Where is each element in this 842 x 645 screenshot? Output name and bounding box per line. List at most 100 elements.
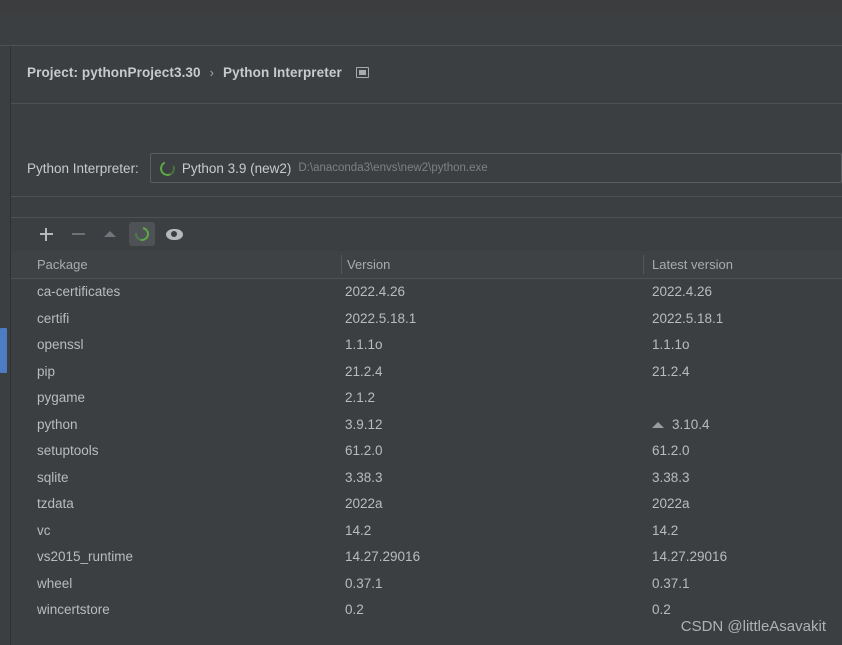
cell-version: 2022.4.26 [345,284,406,299]
cell-latest-version-text: 14.2 [652,522,679,538]
cell-package: wheel [37,575,73,591]
cell-latest-version: 3.38.3 [652,465,690,492]
cell-latest-version: 3.10.4 [652,412,710,439]
cell-latest-version-text: 2022.5.18.1 [652,310,724,326]
cell-version: 0.2 [345,602,364,617]
breadcrumb-section[interactable]: Python Interpreter [223,65,342,80]
column-header-package[interactable]: Package [37,251,88,278]
table-row[interactable]: openssl 1.1.1o 1.1.1o [11,332,842,359]
cell-version: 0.37.1 [345,575,383,591]
package-toolbar [11,218,842,250]
interpreter-select[interactable]: Python 3.9 (new2) D:\anaconda3\envs\new2… [149,153,842,183]
breadcrumb-divider [11,103,842,104]
packages-table: Package Version Latest version ca-certif… [11,251,842,645]
cell-package: wincertstore [37,602,110,617]
cell-version: 2022a [345,496,383,511]
left-scrollbar-track[interactable] [0,46,10,645]
up-arrow-icon [104,231,116,237]
cell-version: 61.2.0 [345,443,383,458]
breadcrumb-project[interactable]: Project: pythonProject3.30 [27,65,201,80]
cell-version: 3.9.12 [345,416,383,432]
table-row[interactable]: certifi 2022.5.18.1 2022.5.18.1 [11,306,842,333]
breadcrumb: Project: pythonProject3.30 › Python Inte… [27,62,369,82]
cell-version: 2.1.2 [345,390,376,405]
cell-latest-version: 14.2 [652,518,678,545]
cell-package: certifi [37,310,70,326]
add-package-button[interactable] [33,222,59,246]
cell-package: ca-certificates [37,284,121,299]
left-scrollbar-thumb[interactable] [0,328,7,373]
cell-latest-version-text: 2022a [652,496,690,511]
interpreter-divider [11,196,842,197]
table-row[interactable]: setuptools 61.2.0 61.2.0 [11,438,842,465]
refresh-ring-icon [132,224,152,244]
table-row[interactable]: python 3.9.12 3.10.4 [11,412,842,439]
cell-latest-version-text: 61.2.0 [652,443,690,458]
column-header-version[interactable]: Version [347,251,390,278]
table-row[interactable]: pip 21.2.4 21.2.4 [11,359,842,386]
cell-latest-version: 21.2.4 [652,359,690,386]
breadcrumb-separator: › [209,64,214,80]
cell-package: pygame [37,390,86,405]
cell-latest-version-text: 3.10.4 [672,416,710,432]
python-interpreter-settings-panel: Project: pythonProject3.30 › Python Inte… [11,46,842,645]
cell-latest-version: 0.37.1 [652,571,690,598]
remove-package-button[interactable] [65,222,91,246]
cell-latest-version: 2022.5.18.1 [652,306,723,333]
table-row[interactable]: vc 14.2 14.2 [11,518,842,545]
plus-icon [39,227,53,241]
table-row[interactable]: sqlite 3.38.3 3.38.3 [11,465,842,492]
upgrade-available-icon [652,421,664,428]
interpreter-label: Python Interpreter: [27,160,139,176]
cell-package: vs2015_runtime [37,549,134,564]
cell-package: sqlite [37,469,69,485]
interpreter-row: Python Interpreter: Python 3.9 (new2) D:… [11,152,842,184]
cell-package: tzdata [37,496,74,511]
cell-version: 2022.5.18.1 [345,310,417,326]
cell-latest-version-text: 3.38.3 [652,469,690,485]
table-row[interactable]: ca-certificates 2022.4.26 2022.4.26 [11,279,842,306]
column-header-latest-version[interactable]: Latest version [652,251,733,278]
refresh-button[interactable] [129,222,155,246]
column-divider-2[interactable] [643,255,644,274]
cell-version: 21.2.4 [345,363,383,379]
cell-latest-version-text: 14.27.29016 [652,549,728,564]
cell-latest-version: 1.1.1o [652,332,690,359]
cell-package: pip [37,363,56,379]
window-chrome-body [0,14,842,45]
cell-package: openssl [37,337,84,352]
cell-latest-version-text: 21.2.4 [652,363,690,379]
upgrade-package-button[interactable] [97,222,123,246]
table-row[interactable]: pygame 2.1.2 [11,385,842,412]
table-row[interactable]: tzdata 2022a 2022a [11,491,842,518]
cell-latest-version: 61.2.0 [652,438,690,465]
cell-version: 1.1.1o [345,337,383,352]
show-early-releases-button[interactable] [161,222,187,246]
column-divider-1[interactable] [341,255,342,274]
python-env-icon [157,158,177,178]
cell-version: 3.38.3 [345,469,383,485]
cell-latest-version-text: 2022.4.26 [652,284,713,299]
table-body: ca-certificates 2022.4.26 2022.4.26 certifi… [11,279,842,624]
cell-latest-version-text: 1.1.1o [652,337,690,352]
cell-latest-version: 14.27.29016 [652,544,727,571]
settings-window: Project: pythonProject3.30 › Python Inte… [0,0,842,645]
interpreter-path: D:\anaconda3\envs\new2\python.exe [298,162,488,174]
table-row[interactable]: vs2015_runtime 14.27.29016 14.27.29016 [11,544,842,571]
table-header: Package Version Latest version [11,251,842,279]
cell-version: 14.27.29016 [345,549,421,564]
cell-latest-version-text: 0.2 [652,602,671,617]
cell-latest-version-text: 0.37.1 [652,575,690,591]
watermark: CSDN @littleAsavakit [680,618,826,635]
minus-icon [71,228,85,241]
cell-latest-version: 0.2 [652,597,671,624]
cell-package: setuptools [37,443,99,458]
table-row[interactable]: wheel 0.37.1 0.37.1 [11,571,842,598]
module-icon [355,66,369,78]
cell-version: 14.2 [345,522,372,538]
eye-icon [165,228,183,240]
cell-latest-version: 2022a [652,491,690,518]
cell-package: python [37,416,78,432]
cell-package: vc [37,522,51,538]
interpreter-name: Python 3.9 (new2) [181,160,292,176]
